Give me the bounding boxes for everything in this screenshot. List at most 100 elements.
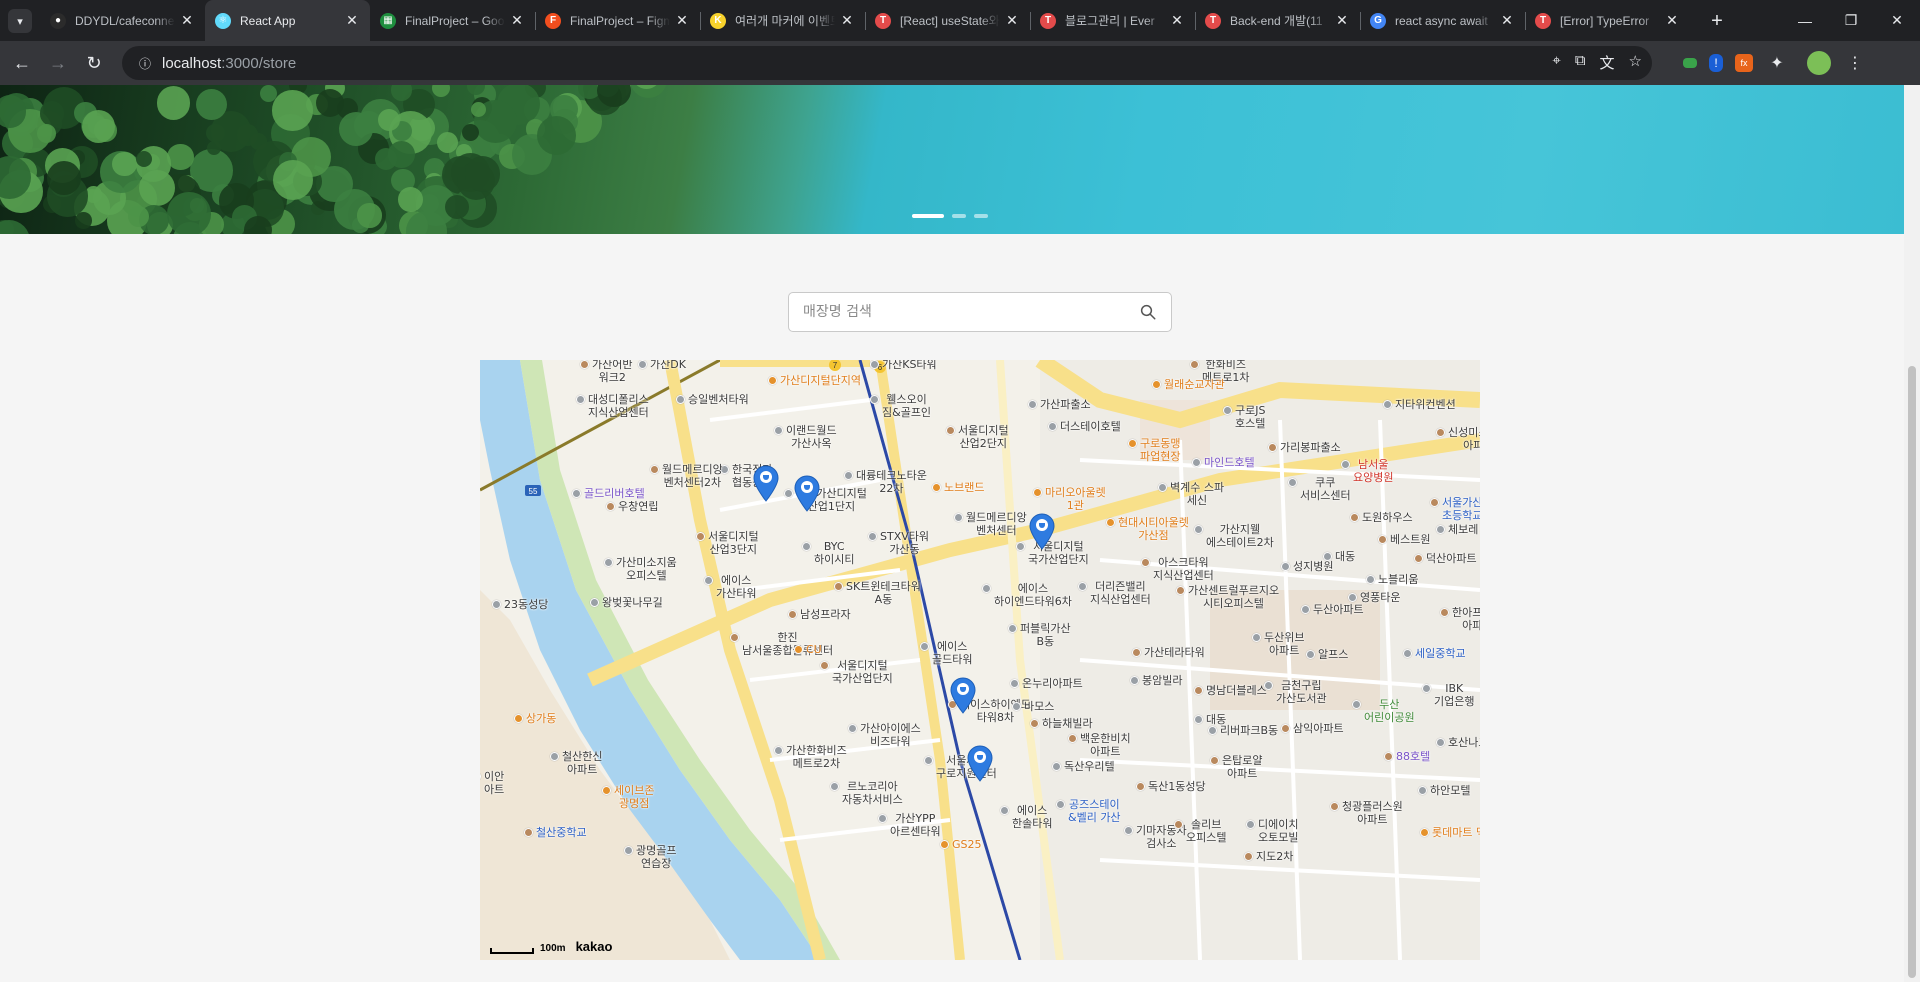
map-poi-icon[interactable] [1246, 820, 1255, 829]
map-poi-icon[interactable] [1436, 738, 1445, 747]
map-poi-icon[interactable] [932, 483, 941, 492]
map-poi-icon[interactable] [1288, 478, 1297, 487]
map-poi-icon[interactable] [1033, 488, 1042, 497]
map-poi-icon[interactable] [924, 756, 933, 765]
map-poi-icon[interactable] [1414, 554, 1423, 563]
restore-icon[interactable]: ❐ [1828, 0, 1874, 41]
browser-tab[interactable]: T [Error] TypeError ✕ [1525, 0, 1690, 41]
map-poi-icon[interactable] [1012, 702, 1021, 711]
browser-tab[interactable]: K 여러개 마커에 이벤트 ✕ [700, 0, 865, 41]
carousel-dot[interactable] [912, 214, 944, 218]
browser-tab[interactable]: F FinalProject – Figma ✕ [535, 0, 700, 41]
tab-close-icon[interactable]: ✕ [1169, 12, 1185, 29]
extension-green-icon[interactable] [1683, 58, 1697, 68]
extension-shield-icon[interactable]: ! [1709, 54, 1723, 72]
url-text[interactable]: localhost:3000/store [162, 55, 296, 72]
map-poi-icon[interactable] [1132, 648, 1141, 657]
tab-close-icon[interactable]: ✕ [179, 12, 195, 29]
map-poi-icon[interactable] [1403, 649, 1412, 658]
map-poi-icon[interactable] [550, 752, 559, 761]
map-poi-icon[interactable] [1420, 828, 1429, 837]
map-poi-icon[interactable] [868, 532, 877, 541]
tab-close-icon[interactable]: ✕ [1664, 12, 1680, 29]
map-poi-icon[interactable] [1210, 756, 1219, 765]
map-poi-icon[interactable] [946, 426, 955, 435]
map-poi-icon[interactable] [1052, 762, 1061, 771]
map-poi-icon[interactable] [1128, 439, 1137, 448]
carousel-dot[interactable] [974, 214, 988, 218]
map-poi-icon[interactable] [1056, 800, 1065, 809]
map-poi-icon[interactable] [676, 395, 685, 404]
map-poi-icon[interactable] [954, 513, 963, 522]
map-poi-icon[interactable] [1378, 535, 1387, 544]
map-poi-icon[interactable] [624, 846, 633, 855]
map-poi-icon[interactable] [920, 642, 929, 651]
map-poi-icon[interactable] [1223, 406, 1232, 415]
tab-close-icon[interactable]: ✕ [509, 12, 525, 29]
map-poi-icon[interactable] [982, 584, 991, 593]
store-marker-2[interactable] [793, 474, 821, 512]
forward-button[interactable]: → [44, 49, 72, 77]
store-marker-4[interactable] [949, 676, 977, 714]
map-poi-icon[interactable] [1068, 734, 1077, 743]
map-poi-icon[interactable] [1030, 719, 1039, 728]
tab-close-icon[interactable]: ✕ [1334, 12, 1350, 29]
map-poi-icon[interactable] [572, 489, 581, 498]
map-poi-icon[interactable] [638, 360, 647, 369]
map-poi-icon[interactable] [1341, 460, 1350, 469]
map-poi-icon[interactable] [524, 828, 533, 837]
map-poi-icon[interactable] [1436, 428, 1445, 437]
map-poi-icon[interactable] [1000, 806, 1009, 815]
carousel-dot[interactable] [952, 214, 966, 218]
map-poi-icon[interactable] [1136, 782, 1145, 791]
map-poi-icon[interactable] [1252, 633, 1261, 642]
map-poi-icon[interactable] [1194, 525, 1203, 534]
map-poi-icon[interactable] [788, 610, 797, 619]
map-poi-icon[interactable] [1010, 679, 1019, 688]
scrollbar-thumb[interactable] [1908, 366, 1916, 978]
bookmark-star-icon[interactable]: ☆ [1629, 52, 1642, 73]
translate-icon[interactable]: 文 [1600, 52, 1615, 73]
extensions-puzzle-icon[interactable]: ✦ [1765, 51, 1789, 75]
search-icon[interactable] [1139, 303, 1157, 321]
map-poi-icon[interactable] [774, 426, 783, 435]
map-poi-icon[interactable] [1016, 542, 1025, 551]
map-poi-icon[interactable] [1430, 498, 1439, 507]
browser-tab[interactable]: Greact async await ✕ [1360, 0, 1525, 41]
map-poi-icon[interactable] [802, 542, 811, 551]
map-poi-icon[interactable] [774, 746, 783, 755]
store-map[interactable]: 7 6 55 가산어반 워크2 가산DK 가산KS타워 한화비즈 메트로1차 대성디폴리스 지… [480, 360, 1480, 960]
map-poi-icon[interactable] [844, 471, 853, 480]
map-poi-icon[interactable] [878, 814, 887, 823]
map-poi-icon[interactable] [870, 395, 879, 404]
store-marker-1[interactable] [752, 464, 780, 502]
map-poi-icon[interactable] [1174, 820, 1183, 829]
map-poi-icon[interactable] [1281, 562, 1290, 571]
store-search-input[interactable] [803, 304, 1139, 320]
map-poi-icon[interactable] [580, 360, 589, 369]
kakao-logo[interactable]: kakao [576, 939, 613, 954]
location-icon[interactable]: ⌖ [1552, 52, 1560, 73]
site-info-icon[interactable]: ⓘ [130, 55, 160, 72]
map-poi-icon[interactable] [870, 360, 879, 369]
map-poi-icon[interactable] [1194, 686, 1203, 695]
map-poi-icon[interactable] [830, 782, 839, 791]
install-app-icon[interactable]: ⧉ [1575, 52, 1586, 73]
map-poi-icon[interactable] [1106, 518, 1115, 527]
map-poi-icon[interactable] [1152, 380, 1161, 389]
map-poi-icon[interactable] [1176, 586, 1185, 595]
map-poi-icon[interactable] [492, 600, 501, 609]
tab-close-icon[interactable]: ✕ [839, 12, 855, 29]
map-poi-icon[interactable] [1350, 513, 1359, 522]
browser-tab[interactable]: T Back-end 개발(11 ✕ [1195, 0, 1360, 41]
map-poi-icon[interactable] [1190, 360, 1199, 369]
minimize-icon[interactable]: — [1782, 0, 1828, 41]
address-bar[interactable]: ⓘ localhost:3000/store ⌖ ⧉ 文 ☆ [122, 46, 1652, 80]
map-poi-icon[interactable] [704, 576, 713, 585]
page-scrollbar[interactable] [1904, 85, 1920, 982]
map-poi-icon[interactable] [1436, 525, 1445, 534]
map-poi-icon[interactable] [606, 502, 615, 511]
map-poi-icon[interactable] [1130, 676, 1139, 685]
browser-tab[interactable]: T 블로그관리 | Ever ✕ [1030, 0, 1195, 41]
map-poi-icon[interactable] [1418, 786, 1427, 795]
